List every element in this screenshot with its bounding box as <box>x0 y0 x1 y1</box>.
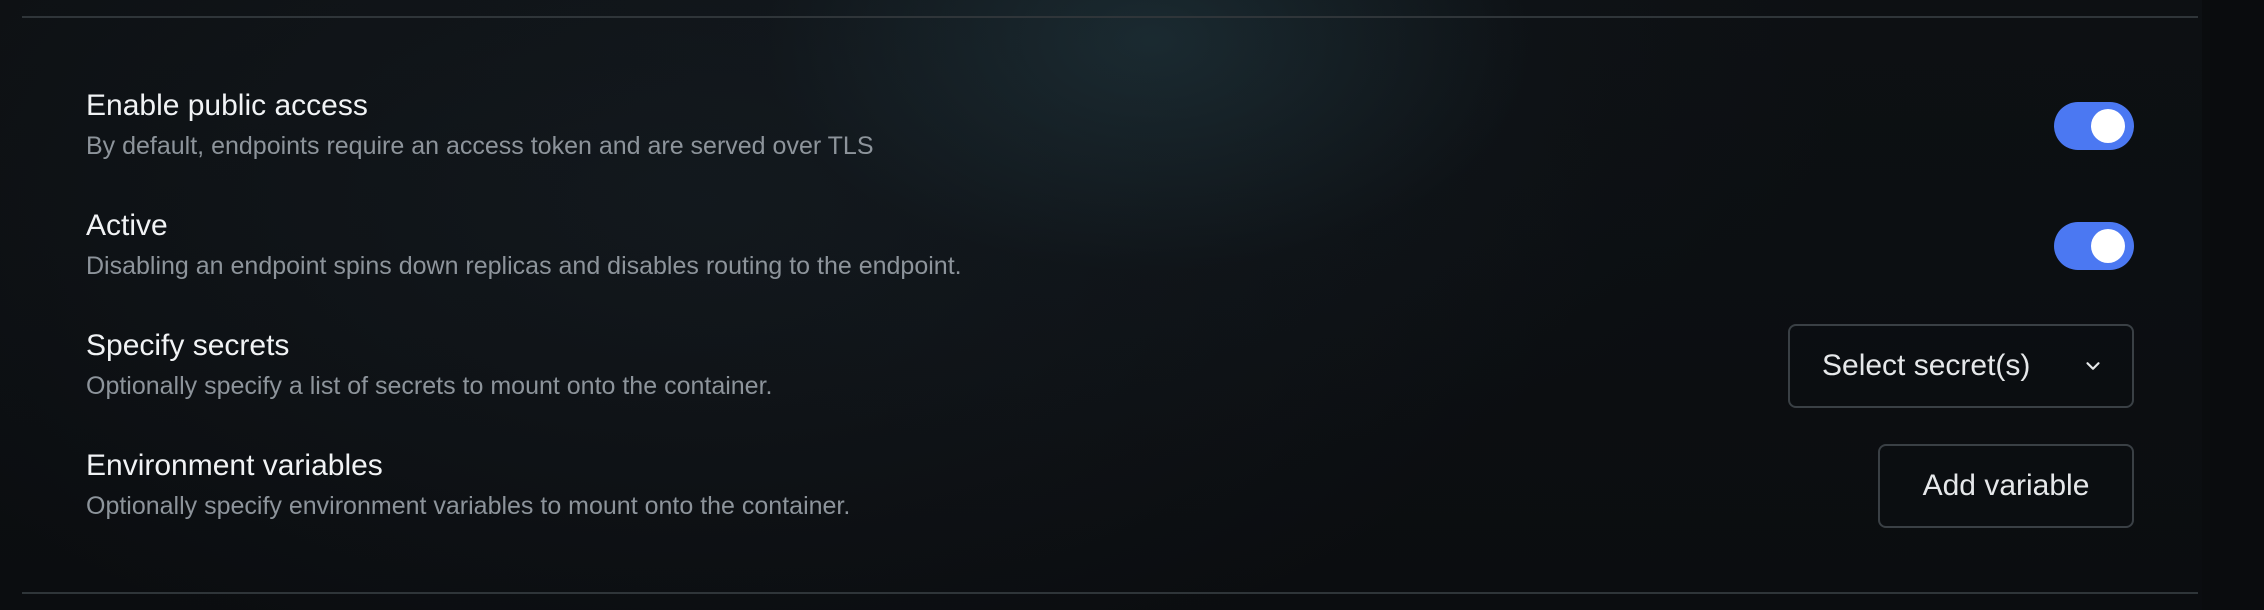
setting-row-active: Active Disabling an endpoint spins down … <box>86 208 2134 318</box>
active-toggle[interactable] <box>2054 222 2134 270</box>
right-edge-panel <box>2202 0 2264 610</box>
setting-description-public-access: By default, endpoints require an access … <box>86 132 874 160</box>
chevron-down-icon <box>2086 362 2100 370</box>
add-variable-button[interactable]: Add variable <box>1878 444 2134 528</box>
setting-row-secrets: Specify secrets Optionally specify a lis… <box>86 324 2134 438</box>
setting-row-public-access: Enable public access By default, endpoin… <box>86 88 2134 198</box>
toggle-knob <box>2091 229 2125 263</box>
top-divider <box>22 16 2198 18</box>
select-secrets-dropdown[interactable]: Select secret(s) <box>1788 324 2134 408</box>
setting-title-active: Active <box>86 209 168 242</box>
setting-title-env-variables: Environment variables <box>86 449 383 482</box>
setting-title-secrets: Specify secrets <box>86 329 290 362</box>
public-access-toggle[interactable] <box>2054 102 2134 150</box>
toggle-knob <box>2091 109 2125 143</box>
setting-title-public-access: Enable public access <box>86 89 368 122</box>
select-secrets-label: Select secret(s) <box>1822 349 2031 382</box>
setting-row-env-variables: Environment variables Optionally specify… <box>86 444 2134 558</box>
setting-description-active: Disabling an endpoint spins down replica… <box>86 252 962 280</box>
setting-description-env-variables: Optionally specify environment variables… <box>86 492 851 520</box>
setting-description-secrets: Optionally specify a list of secrets to … <box>86 372 773 400</box>
bottom-divider <box>22 592 2198 594</box>
